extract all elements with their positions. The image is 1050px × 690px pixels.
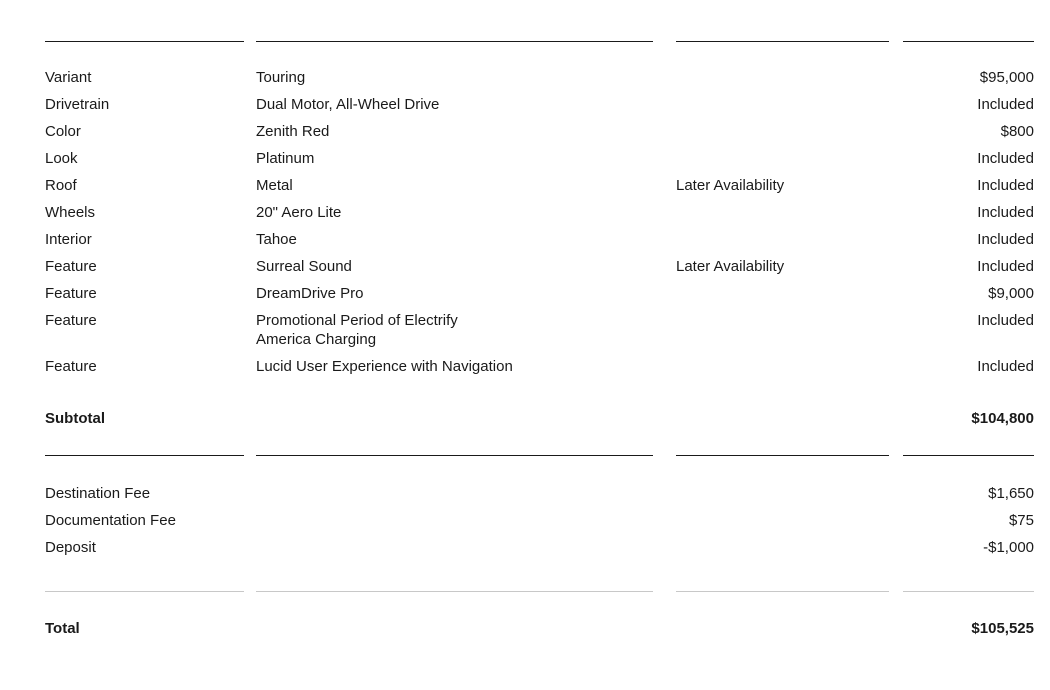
subtotal-spacer [45, 384, 1034, 409]
item-note: Later Availability [676, 177, 785, 194]
divider-gap [244, 591, 256, 592]
item-price: $800 [1000, 123, 1034, 140]
item-label: Drivetrain [45, 96, 110, 113]
table-row: Look Platinum Included [45, 149, 1034, 176]
total-section: Total $105,525 [45, 619, 1034, 649]
item-price: Included [977, 231, 1034, 248]
divider-segment-note [676, 455, 889, 456]
table-row: Feature Surreal Sound Later Availability… [45, 257, 1034, 284]
item-price: Included [977, 204, 1034, 221]
item-price: Included [977, 177, 1034, 194]
total-label: Total [45, 620, 80, 637]
divider-gap [889, 41, 903, 42]
table-row: Deposit -$1,000 [45, 538, 1034, 565]
table-row: Interior Tahoe Included [45, 230, 1034, 257]
item-label: Feature [45, 258, 97, 275]
divider-segment-note [676, 41, 889, 42]
table-row: Feature DreamDrive Pro $9,000 [45, 284, 1034, 311]
divider-gap [653, 591, 676, 592]
item-label: Wheels [45, 204, 96, 221]
item-label: Feature [45, 312, 97, 329]
item-label: Feature [45, 358, 97, 375]
fee-label: Documentation Fee [45, 512, 176, 529]
divider-gap [889, 591, 903, 592]
item-description: Platinum [256, 150, 315, 167]
fee-label: Deposit [45, 539, 96, 556]
divider-gap [653, 41, 676, 42]
item-price: $95,000 [979, 69, 1034, 86]
item-description: 20" Aero Lite [256, 204, 342, 221]
fee-price: -$1,000 [983, 539, 1034, 556]
item-price: Included [977, 96, 1034, 113]
table-row: Destination Fee $1,650 [45, 484, 1034, 511]
item-price: Included [977, 150, 1034, 167]
divider-segment-note [676, 591, 889, 592]
divider-gap [653, 455, 676, 456]
item-description: Promotional Period of Electrify America … [256, 311, 676, 349]
divider-segment-price [903, 591, 1034, 592]
table-row: Feature Promotional Period of Electrify … [45, 311, 1034, 357]
divider-top [45, 41, 1034, 42]
table-row: Color Zenith Red $800 [45, 122, 1034, 149]
divider-segment-description [256, 591, 653, 592]
item-description: Dual Motor, All-Wheel Drive [256, 96, 440, 113]
divider-segment-price [903, 455, 1034, 456]
item-description-line-2: America Charging [256, 331, 377, 348]
item-description: Zenith Red [256, 123, 330, 140]
total-row: Total $105,525 [45, 619, 1034, 649]
table-row: Roof Metal Later Availability Included [45, 176, 1034, 203]
item-label: Variant [45, 69, 92, 86]
item-label: Roof [45, 177, 77, 194]
item-price: $9,000 [988, 285, 1034, 302]
item-description: Tahoe [256, 231, 297, 248]
item-description: Surreal Sound [256, 258, 352, 275]
divider-segment-label [45, 455, 244, 456]
item-label: Feature [45, 285, 97, 302]
table-row: Feature Lucid User Experience with Navig… [45, 357, 1034, 384]
fees-list: Destination Fee $1,650 Documentation Fee… [45, 484, 1034, 565]
subtotal-label: Subtotal [45, 410, 105, 427]
divider-segment-label [45, 591, 244, 592]
item-description: Metal [256, 177, 293, 194]
item-price: Included [977, 358, 1034, 375]
item-price: Included [977, 312, 1034, 329]
divider-segment-description [256, 455, 653, 456]
line-items-list: Variant Touring $95,000 Drivetrain Dual … [45, 68, 1034, 439]
divider-gap [889, 455, 903, 456]
item-description: DreamDrive Pro [256, 285, 364, 302]
divider-segment-label [45, 41, 244, 42]
total-price: $105,525 [971, 620, 1034, 637]
item-label: Interior [45, 231, 92, 248]
fee-price: $75 [1008, 512, 1034, 529]
divider-middle [45, 455, 1034, 456]
divider-segment-description [256, 41, 653, 42]
table-row: Wheels 20" Aero Lite Included [45, 203, 1034, 230]
item-description: Touring [256, 69, 306, 86]
divider-gap [244, 455, 256, 456]
item-description: Lucid User Experience with Navigation [256, 358, 513, 375]
fee-price: $1,650 [988, 485, 1034, 502]
item-label: Look [45, 150, 78, 167]
item-price: Included [977, 258, 1034, 275]
divider-gap [244, 41, 256, 42]
subtotal-price: $104,800 [971, 410, 1034, 427]
order-summary-sheet: Variant Touring $95,000 Drivetrain Dual … [0, 0, 1050, 690]
item-label: Color [45, 123, 81, 140]
table-row: Variant Touring $95,000 [45, 68, 1034, 95]
item-description-line-1: Promotional Period of Electrify [256, 312, 458, 329]
divider-segment-price [903, 41, 1034, 42]
item-note: Later Availability [676, 258, 785, 275]
table-row: Documentation Fee $75 [45, 511, 1034, 538]
table-row: Drivetrain Dual Motor, All-Wheel Drive I… [45, 95, 1034, 122]
fee-label: Destination Fee [45, 485, 151, 502]
divider-bottom [45, 591, 1034, 592]
subtotal-row: Subtotal $104,800 [45, 409, 1034, 439]
